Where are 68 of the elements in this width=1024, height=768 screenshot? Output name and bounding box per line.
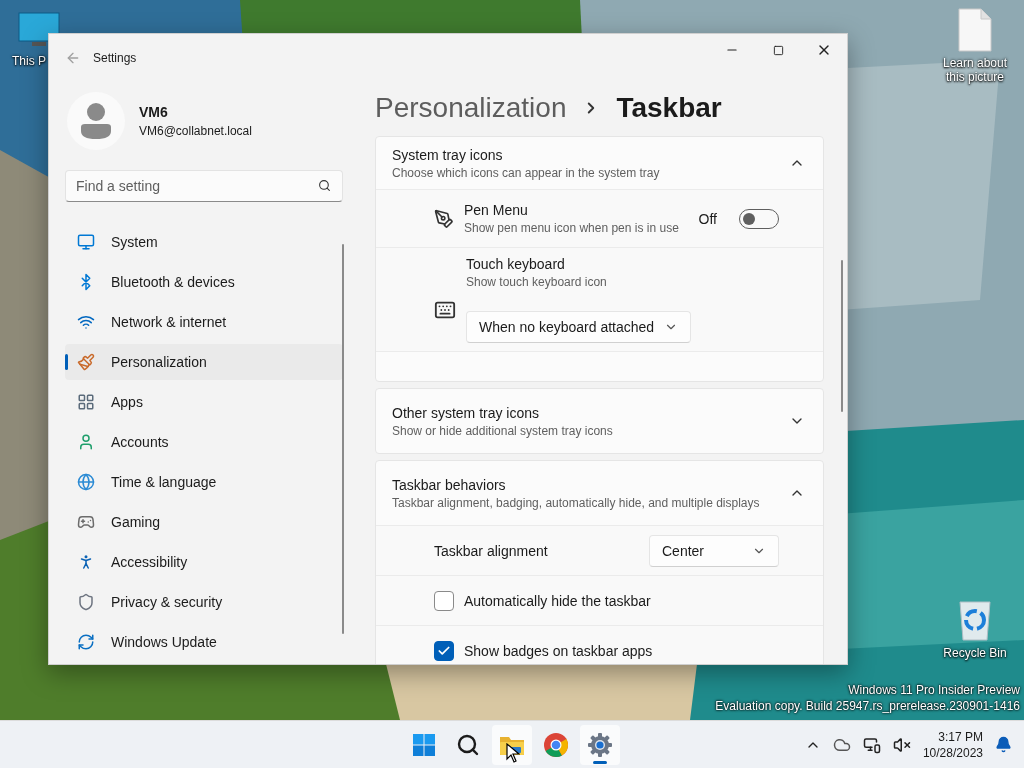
- search-icon: [318, 179, 331, 192]
- search-field[interactable]: Find a setting: [65, 170, 343, 202]
- user-email: VM6@collabnet.local: [139, 124, 252, 138]
- user-name: VM6: [139, 104, 169, 120]
- setting-title: Taskbar alignment: [434, 542, 549, 559]
- dropdown[interactable]: Center: [649, 534, 779, 567]
- setting-description: Show touch keyboard icon: [466, 275, 608, 289]
- nav-item[interactable]: Personalization: [65, 344, 343, 380]
- nav-item[interactable]: Gaming: [65, 504, 343, 540]
- pen-icon: [434, 208, 454, 229]
- brush-icon: [77, 353, 95, 371]
- section-title: Taskbar behaviors: [392, 476, 507, 493]
- setting-description: Show pen menu icon when pen is in use: [464, 221, 680, 235]
- nav-item[interactable]: Windows Update: [65, 624, 343, 660]
- person-silhouette-icon: [81, 103, 111, 139]
- globe-icon: [77, 473, 95, 491]
- toggle-state-label: Off: [698, 210, 717, 227]
- apps-grid-icon: [77, 393, 95, 411]
- search-icon: [456, 732, 480, 757]
- gamepad-icon: [77, 513, 95, 531]
- page-title: Taskbar: [616, 92, 722, 124]
- taskbar-app-button[interactable]: [492, 724, 532, 765]
- window-title: Settings: [93, 51, 137, 65]
- clock[interactable]: 3:17 PM 10/28/2023: [922, 728, 983, 761]
- watermark-text: Windows 11 Pro Insider Preview: [848, 682, 1020, 698]
- section-title: System tray icons: [392, 146, 504, 163]
- network-icon[interactable]: [862, 735, 881, 754]
- person-icon: [77, 433, 95, 451]
- refresh-icon: [77, 633, 95, 651]
- nav-item[interactable]: Network & internet: [65, 304, 343, 340]
- recycle-bin-icon: [957, 598, 993, 642]
- scroll-bar[interactable]: [841, 260, 843, 412]
- bell-icon[interactable]: [995, 736, 1012, 753]
- nav-item[interactable]: Accounts: [65, 424, 343, 460]
- shield-icon: [77, 593, 95, 611]
- desktop-icon-label[interactable]: Recycle Bin: [943, 646, 1007, 660]
- monitor-icon: [77, 233, 95, 251]
- section-title: Other system tray icons: [392, 404, 541, 421]
- running-indicator: [593, 760, 607, 764]
- dropdown[interactable]: When no keyboard attached: [466, 311, 691, 343]
- checkbox[interactable]: [434, 590, 454, 611]
- section-description: Taskbar alignment, badging, automatically hide, and multiple displays: [392, 495, 761, 510]
- breadcrumb-parent[interactable]: Personalization: [375, 92, 567, 124]
- windows-logo-icon: [412, 732, 436, 757]
- wifi-icon: [77, 313, 95, 331]
- mouse-pointer-icon: [506, 743, 520, 763]
- desktop-icon-label[interactable]: This P: [12, 54, 46, 68]
- maximize-icon: [772, 44, 784, 56]
- nav-item[interactable]: Accessibility: [65, 544, 343, 580]
- nav-item[interactable]: Bluetooth & devices: [65, 264, 343, 300]
- gear-icon: [587, 731, 613, 758]
- scroll-bar[interactable]: [342, 244, 344, 634]
- checkbox-label: Automatically hide the taskbar: [464, 592, 651, 609]
- nav-item[interactable]: Privacy & security: [65, 584, 343, 620]
- selection-indicator: [65, 354, 68, 370]
- section-description: Choose which icons can appear in the system tray: [392, 165, 661, 180]
- section-description: Show or hide additional system tray icons: [392, 423, 614, 438]
- checkbox-label: Show badges on taskbar apps: [464, 642, 653, 659]
- muted-speaker-icon[interactable]: [892, 735, 911, 754]
- nav-item[interactable]: Time & language: [65, 464, 343, 500]
- setting-title: Pen Menu: [464, 202, 529, 218]
- setting-title: Touch keyboard: [466, 256, 566, 272]
- checkbox[interactable]: [434, 640, 454, 661]
- document-icon: [958, 8, 992, 52]
- nav-item[interactable]: Apps: [65, 384, 343, 420]
- chrome-logo-icon: [543, 731, 569, 758]
- watermark-text: Evaluation copy. Build 25947.rs_prerelease.230901-1416: [715, 698, 1020, 714]
- nav-item[interactable]: System: [65, 224, 343, 260]
